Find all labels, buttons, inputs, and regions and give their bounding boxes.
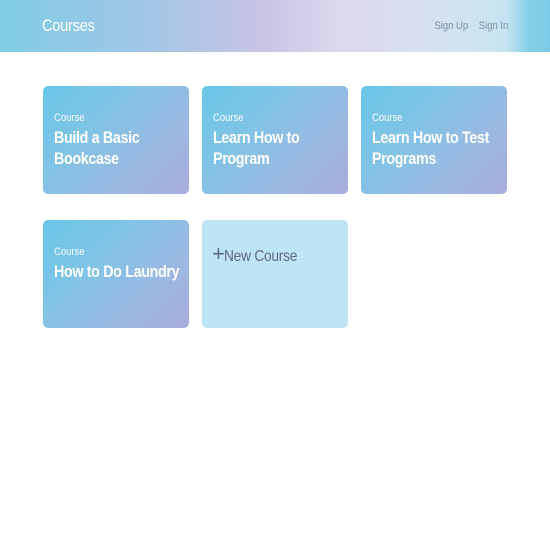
course-card-learn-how-to-program[interactable]: Course Learn How to Program xyxy=(202,86,348,194)
course-card-how-to-do-laundry[interactable]: Course How to Do Laundry xyxy=(43,220,189,328)
page-title: Courses xyxy=(42,16,95,35)
top-header: Courses Sign Up Sign In xyxy=(0,0,550,52)
sign-in-link[interactable]: Sign In xyxy=(479,20,508,32)
course-card-build-a-basic-bookcase[interactable]: Course Build a Basic Bookcase xyxy=(43,86,189,194)
sign-up-link[interactable]: Sign Up xyxy=(434,20,468,32)
course-card-title: Build a Basic Bookcase xyxy=(54,128,140,168)
new-course-label: New Course xyxy=(224,248,298,265)
course-card-learn-how-to-test-programs[interactable]: Course Learn How to Test Programs xyxy=(361,86,507,194)
course-card-label: Course xyxy=(54,246,85,258)
new-course-button[interactable]: + New Course xyxy=(202,220,348,328)
course-card-title: How to Do Laundry xyxy=(54,262,180,281)
auth-links: Sign Up Sign In xyxy=(429,20,508,32)
course-card-title: Learn How to Program xyxy=(213,128,300,168)
course-card-title: Learn How to Test Programs xyxy=(372,128,490,168)
course-card-label: Course xyxy=(213,112,244,124)
course-card-label: Course xyxy=(372,112,403,124)
plus-icon: + xyxy=(212,241,225,266)
course-card-label: Course xyxy=(54,112,85,124)
